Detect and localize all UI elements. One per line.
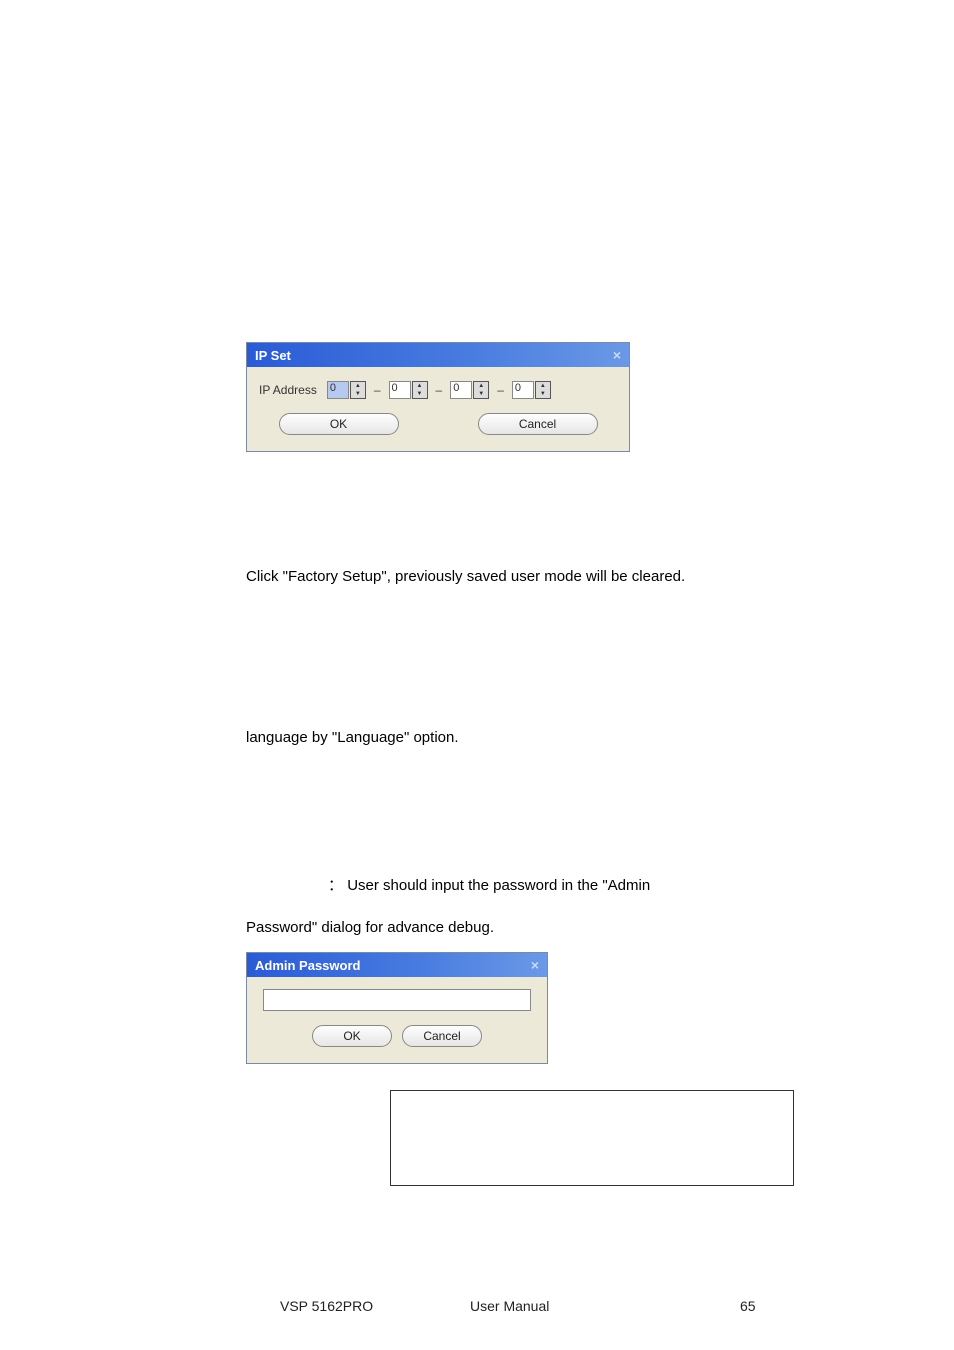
spinner-down-icon[interactable]: ▼ xyxy=(413,390,427,398)
ipset-title: IP Set xyxy=(255,348,291,363)
admin-password-dialog: Admin Password × OK Cancel xyxy=(246,952,548,1064)
spinner-up-icon[interactable]: ▲ xyxy=(536,382,550,390)
empty-box xyxy=(390,1090,794,1186)
password-input[interactable] xyxy=(263,989,531,1011)
spinner-down-icon[interactable]: ▼ xyxy=(474,390,488,398)
spinner-down-icon[interactable]: ▼ xyxy=(536,390,550,398)
para-admin-line1: User should input the password in the "A… xyxy=(347,877,650,894)
ip-sep: – xyxy=(436,383,443,397)
ip-sep: – xyxy=(497,383,504,397)
ipset-titlebar: IP Set × xyxy=(247,343,629,367)
spinner-up-icon[interactable]: ▲ xyxy=(351,382,365,390)
footer-center: User Manual xyxy=(470,1298,549,1314)
ip-seg1-input[interactable]: 0 xyxy=(327,381,349,399)
footer-right: 65 xyxy=(740,1298,756,1314)
footer-left: VSP 5162PRO xyxy=(280,1298,373,1314)
spinner-up-icon[interactable]: ▲ xyxy=(413,382,427,390)
spinner-up-icon[interactable]: ▲ xyxy=(474,382,488,390)
ip-seg1-spinner[interactable]: ▲ ▼ xyxy=(350,381,366,399)
ip-seg4-spinner[interactable]: ▲ ▼ xyxy=(535,381,551,399)
close-icon[interactable]: × xyxy=(613,347,621,363)
ok-button[interactable]: OK xyxy=(279,413,399,435)
ip-sep: – xyxy=(374,383,381,397)
cancel-button[interactable]: Cancel xyxy=(402,1025,482,1047)
ipset-dialog: IP Set × IP Address 0 ▲ ▼ – 0 ▲ xyxy=(246,342,630,452)
ip-seg2-input[interactable]: 0 xyxy=(389,381,411,399)
admin-title: Admin Password xyxy=(255,958,360,973)
para-admin-colon: ： xyxy=(328,877,343,894)
admin-titlebar: Admin Password × xyxy=(247,953,547,977)
ip-seg2-spinner[interactable]: ▲ ▼ xyxy=(412,381,428,399)
para-admin-line2: Password" dialog for advance debug. xyxy=(246,916,706,940)
cancel-button[interactable]: Cancel xyxy=(478,413,598,435)
ok-button[interactable]: OK xyxy=(312,1025,392,1047)
ip-seg3-spinner[interactable]: ▲ ▼ xyxy=(473,381,489,399)
ip-address-label: IP Address xyxy=(259,383,317,397)
ip-address-row: IP Address 0 ▲ ▼ – 0 ▲ ▼ – xyxy=(259,381,617,399)
para-language: language by "Language" option. xyxy=(246,726,706,750)
ip-seg4-input[interactable]: 0 xyxy=(512,381,534,399)
ip-seg3-input[interactable]: 0 xyxy=(450,381,472,399)
spinner-down-icon[interactable]: ▼ xyxy=(351,390,365,398)
para-factory: Click "Factory Setup", previously saved … xyxy=(246,565,706,589)
close-icon[interactable]: × xyxy=(531,957,539,973)
